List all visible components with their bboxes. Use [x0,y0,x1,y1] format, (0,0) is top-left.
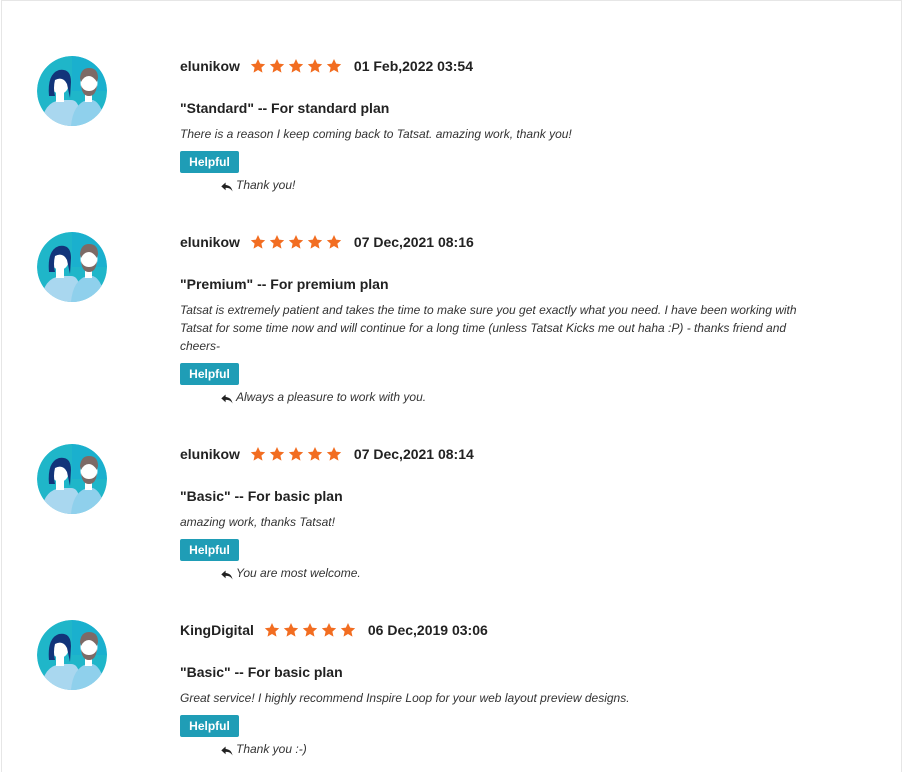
star-icon [321,622,337,638]
reviewer-name[interactable]: elunikow [180,446,240,462]
review-date: 07 Dec,2021 08:14 [353,446,474,462]
review-title: "Basic" -- For basic plan [180,664,343,680]
user-avatar [37,232,107,302]
reply-text: Thank you :-) [236,742,307,756]
star-rating [250,234,345,250]
reply-icon [221,392,233,403]
star-icon [288,446,304,462]
reply-icon [221,744,233,755]
star-icon [326,58,342,74]
star-icon [250,58,266,74]
reply-icon [221,180,233,191]
star-icon [250,234,266,250]
review-date: 01 Feb,2022 03:54 [353,58,473,74]
star-icon [288,58,304,74]
reviewer-name[interactable]: elunikow [180,234,240,250]
review-meta: elunikow 07 Dec,2021 08:14 [180,444,474,464]
star-rating [250,58,345,74]
star-rating [264,622,359,638]
star-icon [250,446,266,462]
review-body: Great service! I highly recommend Inspir… [180,691,630,705]
reply-text: Always a pleasure to work with you. [236,390,427,404]
star-icon [307,234,323,250]
helpful-button[interactable]: Helpful [180,539,239,561]
review-title: "Basic" -- For basic plan [180,488,343,504]
review-date: 06 Dec,2019 03:06 [367,622,488,638]
user-avatar [37,620,107,690]
review-body: There is a reason I keep coming back to … [180,127,572,141]
seller-reply: Thank you! [221,178,295,192]
user-avatar [37,56,107,126]
star-icon [302,622,318,638]
star-icon [264,622,280,638]
seller-reply: Always a pleasure to work with you. [221,390,426,404]
star-icon [326,446,342,462]
reply-text: Thank you! [236,178,296,192]
star-icon [307,58,323,74]
helpful-button[interactable]: Helpful [180,151,239,173]
review-body: amazing work, thanks Tatsat! [180,515,335,529]
review-date: 07 Dec,2021 08:16 [353,234,474,250]
reviewer-name[interactable]: elunikow [180,58,240,74]
review-meta: elunikow 07 Dec,2021 08:16 [180,232,474,252]
review-title: "Standard" -- For standard plan [180,100,390,116]
star-icon [288,234,304,250]
seller-reply: You are most welcome. [221,566,361,580]
star-icon [269,446,285,462]
seller-reply: Thank you :-) [221,742,307,756]
star-icon [340,622,356,638]
review-panel [1,0,902,772]
review-meta: elunikow 01 Feb,2022 03:54 [180,56,473,76]
star-icon [283,622,299,638]
user-avatar [37,444,107,514]
helpful-button[interactable]: Helpful [180,715,239,737]
star-icon [269,234,285,250]
review-body: Tatsat is extremely patient and takes th… [180,303,797,353]
helpful-button[interactable]: Helpful [180,363,239,385]
review-title: "Premium" -- For premium plan [180,276,389,292]
reply-icon [221,568,233,579]
star-icon [326,234,342,250]
reply-text: You are most welcome. [236,566,361,580]
star-icon [307,446,323,462]
star-icon [269,58,285,74]
review-meta: KingDigital 06 Dec,2019 03:06 [180,620,488,640]
star-rating [250,446,345,462]
reviewer-name[interactable]: KingDigital [180,622,254,638]
